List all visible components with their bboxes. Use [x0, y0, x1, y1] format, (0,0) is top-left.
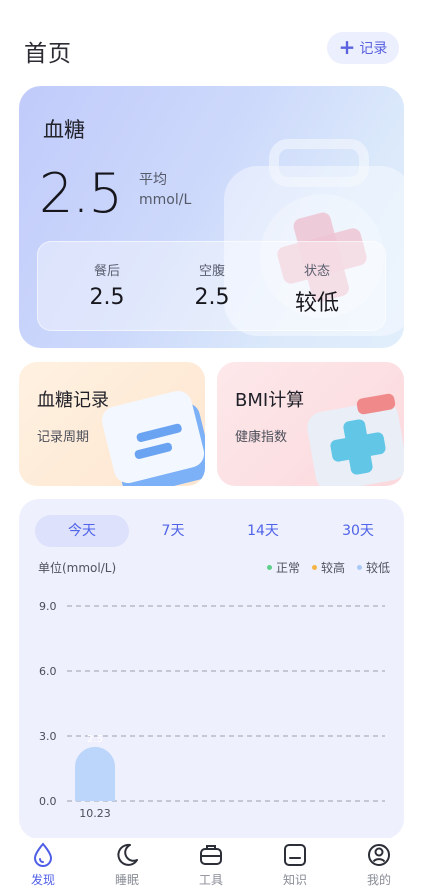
unit-label: mmol/L: [139, 192, 192, 208]
glucose-average-caption: 平均 mmol/L: [139, 170, 191, 210]
stat-value: 2.5: [194, 285, 230, 310]
glucose-title: 血糖: [43, 118, 85, 142]
y-tick-label: 3.0: [39, 730, 57, 743]
y-tick-label: 6.0: [39, 665, 57, 678]
feature-subtitle: 记录周期: [37, 430, 90, 445]
toolbox-icon: [200, 845, 222, 865]
stat-value: 较低: [294, 291, 339, 316]
stat-label: 状态: [303, 264, 330, 279]
glucose-record-card[interactable]: 血糖记录 记录周期: [19, 362, 205, 486]
bar-data-label: 2.5: [87, 734, 103, 745]
header: 首页 + 记录: [24, 32, 399, 67]
y-tick-label: 9.0: [39, 600, 57, 613]
nav-item-knowledge[interactable]: 知识: [265, 842, 325, 888]
glucose-average-value: 2.5: [39, 162, 123, 225]
stat-status: 状态 较低: [272, 260, 362, 317]
nav-item-discover[interactable]: 发现: [13, 842, 73, 888]
x-tick-label: 10.23: [79, 807, 111, 820]
first-aid-kit-icon: [307, 393, 404, 486]
stat-after-meal: 餐后 2.5: [62, 260, 152, 310]
nav-item-sleep[interactable]: 睡眠: [97, 842, 157, 888]
nav-label: 工具: [198, 873, 223, 887]
user-icon: [368, 844, 390, 866]
chart-bar[interactable]: [75, 746, 115, 801]
glucose-stats-panel: 餐后 2.5 空腹 2.5 状态 较低: [37, 241, 386, 331]
bottom-nav: 发现 睡眠 工具 知识 我的: [0, 838, 425, 890]
add-record-button[interactable]: + 记录: [327, 32, 399, 64]
nav-label: 我的: [366, 873, 391, 887]
y-tick-label: 0.0: [39, 795, 57, 808]
stat-fasting: 空腹 2.5: [167, 260, 257, 310]
average-label: 平均: [139, 172, 167, 188]
page-title: 首页: [24, 41, 72, 67]
glucose-chart-card: 今天 7天 14天 30天 单位(mmol/L) 正常 较高 较低 9.0 6.0…: [19, 499, 404, 839]
glucose-summary-card[interactable]: 血糖 2.5 平均 mmol/L 餐后 2.5 空腹 2.5 状态 较低: [19, 86, 404, 348]
plus-icon: +: [338, 35, 356, 59]
feature-subtitle: 健康指数: [235, 430, 288, 445]
drop-icon: [33, 842, 53, 867]
feature-title: BMI计算: [235, 390, 305, 411]
stat-label: 餐后: [93, 264, 120, 279]
stat-value: 2.5: [89, 285, 125, 310]
moon-icon: [117, 843, 138, 866]
nav-label: 发现: [30, 873, 55, 887]
tablet-icon: [284, 844, 306, 866]
glucose-chart: 9.0 6.0 3.0 0.0 2.5 10.23: [39, 600, 385, 820]
bmi-calculator-card[interactable]: BMI计算 健康指数: [217, 362, 404, 486]
nav-item-tools[interactable]: 工具: [181, 842, 241, 888]
stat-label: 空腹: [198, 264, 225, 279]
record-board-icon: [101, 391, 205, 486]
feature-title: 血糖记录: [37, 390, 109, 411]
nav-label: 睡眠: [114, 873, 139, 887]
nav-label: 知识: [282, 873, 307, 887]
add-record-label: 记录: [359, 41, 388, 57]
nav-item-mine[interactable]: 我的: [349, 842, 409, 888]
